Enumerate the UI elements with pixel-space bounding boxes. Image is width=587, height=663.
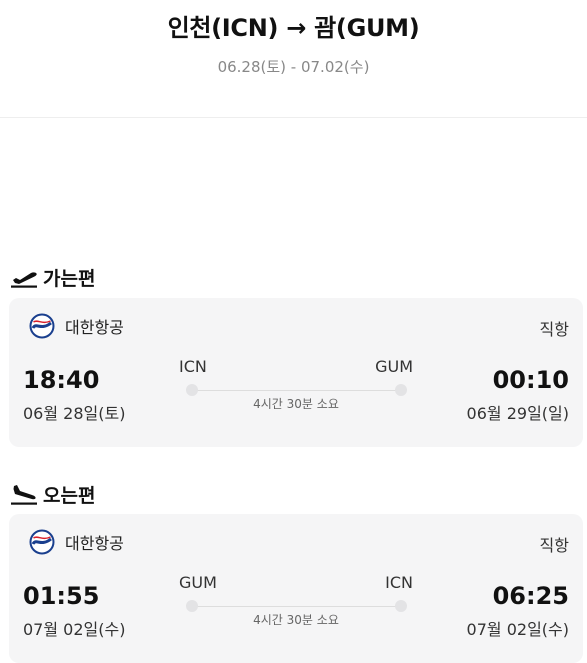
airline-name: 대한항공 bbox=[65, 318, 124, 337]
arrival-date: 07월 02일(수) bbox=[466, 620, 569, 639]
arrival-time: 06:25 bbox=[492, 582, 569, 610]
airline-name: 대한항공 bbox=[65, 534, 124, 553]
airline-info: 대한항공 bbox=[29, 529, 124, 555]
arrival-airport-code: ICN bbox=[385, 573, 413, 592]
flight-type-label: 직항 bbox=[539, 536, 569, 555]
arrival-time: 00:10 bbox=[492, 366, 569, 394]
route-line bbox=[191, 390, 401, 391]
trip-date-range: 06.28(토) - 07.02(수) bbox=[217, 58, 370, 76]
return-flight-card[interactable]: 대한항공 직항 01:55 07월 02일(수) GUM ICN 4시간 30분… bbox=[9, 514, 583, 663]
departure-airport-code: ICN bbox=[179, 357, 207, 376]
departure-airport-code: GUM bbox=[179, 573, 217, 592]
plane-landing-icon bbox=[11, 485, 37, 505]
airline-info: 대한항공 bbox=[29, 313, 124, 339]
departure-date: 07월 02일(수) bbox=[23, 620, 126, 639]
return-section-title: 오는편 bbox=[0, 481, 95, 507]
return-label: 오는편 bbox=[43, 484, 96, 507]
arrival-airport-code: GUM bbox=[375, 357, 413, 376]
departure-date: 06월 28일(토) bbox=[23, 404, 126, 423]
korean-air-logo-icon bbox=[29, 529, 55, 555]
route-title: 인천(ICN) → 괌(GUM) bbox=[167, 14, 420, 42]
plane-takeoff-icon bbox=[11, 272, 37, 288]
arrival-date: 06월 29일(일) bbox=[466, 404, 569, 423]
flight-duration: 4시간 30분 소요 bbox=[253, 397, 339, 411]
outbound-label: 가는편 bbox=[43, 267, 96, 290]
flight-type-label: 직항 bbox=[539, 320, 569, 339]
outbound-section-title: 가는편 bbox=[0, 264, 95, 290]
departure-time: 01:55 bbox=[23, 582, 100, 610]
route-line bbox=[191, 606, 401, 607]
outbound-flight-card[interactable]: 대한항공 직항 18:40 06월 28일(토) ICN GUM 4시간 30분… bbox=[9, 298, 583, 447]
trip-header: 인천(ICN) → 괌(GUM) 06.28(토) - 07.02(수) bbox=[0, 0, 587, 118]
flight-duration: 4시간 30분 소요 bbox=[253, 613, 339, 627]
departure-time: 18:40 bbox=[23, 366, 100, 394]
korean-air-logo-icon bbox=[29, 313, 55, 339]
